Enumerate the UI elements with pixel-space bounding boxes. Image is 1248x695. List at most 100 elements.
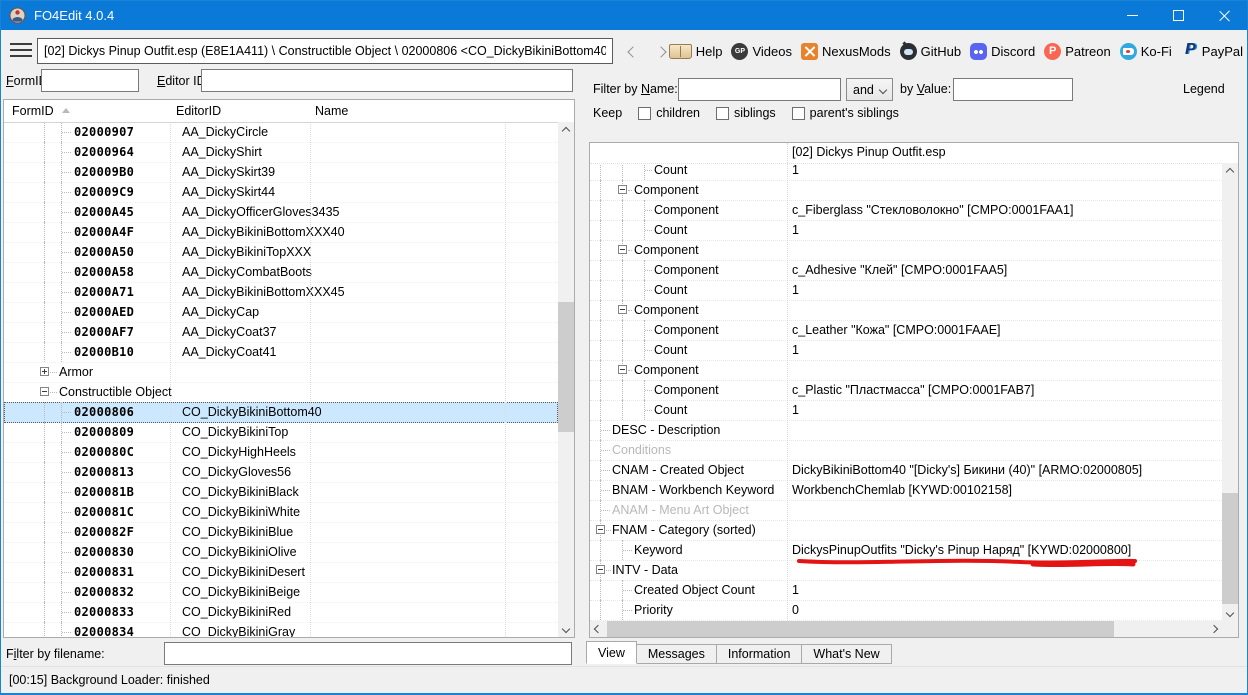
field-row[interactable]: Created Object Count1: [590, 580, 1222, 601]
group-row[interactable]: Armor: [4, 362, 558, 383]
field-row[interactable]: INTV - Data: [590, 560, 1222, 581]
collapse-box-icon[interactable]: [40, 387, 49, 396]
back-button[interactable]: [622, 41, 644, 63]
record-row[interactable]: 02000831CO_DickyBikiniDesert: [4, 562, 558, 583]
scroll-down-button[interactable]: [558, 620, 574, 637]
record-row[interactable]: 0200082FCO_DickyBikiniBlue: [4, 522, 558, 543]
record-row[interactable]: 0200080CCO_DickyHighHeels: [4, 442, 558, 463]
tab-information[interactable]: Information: [716, 644, 803, 664]
record-row[interactable]: 02000834CO_DickyBikiniGray: [4, 622, 558, 638]
tab-messages[interactable]: Messages: [636, 644, 717, 664]
record-row[interactable]: 02000A4FAA_DickyBikiniBottomXXX40: [4, 222, 558, 243]
field-row[interactable]: Component: [590, 180, 1222, 201]
legend-label[interactable]: Legend: [1183, 82, 1225, 96]
column-header-editorid[interactable]: EditorID: [176, 104, 221, 118]
field-row[interactable]: Component: [590, 300, 1222, 321]
record-row[interactable]: 02000A58AA_DickyCombatBoots: [4, 262, 558, 283]
field-row[interactable]: CNAM - Created ObjectDickyBikiniBottom40…: [590, 460, 1222, 481]
collapse-box-icon[interactable]: [618, 365, 627, 374]
record-row[interactable]: 02000809CO_DickyBikiniTop: [4, 422, 558, 443]
collapse-box-icon[interactable]: [618, 305, 627, 314]
keep-children-checkbox[interactable]: [638, 107, 651, 120]
group-row[interactable]: Constructible Object: [4, 382, 558, 403]
scroll-left-button[interactable]: [590, 621, 606, 637]
record-row[interactable]: 02000AEDAA_DickyCap: [4, 302, 558, 323]
column-header-name[interactable]: Name: [315, 104, 348, 118]
collapse-box-icon[interactable]: [618, 185, 627, 194]
breadcrumb-input[interactable]: [37, 38, 613, 64]
column-header-formid[interactable]: FormID: [12, 104, 70, 118]
tab-what-s-new[interactable]: What's New: [801, 644, 891, 664]
scroll-right-button[interactable]: [1206, 621, 1222, 637]
maximize-button[interactable]: [1155, 1, 1201, 30]
link-help[interactable]: Help: [669, 44, 723, 59]
collapse-box-icon[interactable]: [596, 565, 605, 574]
link-nexusmods[interactable]: NexusMods: [801, 43, 891, 60]
link-paypal[interactable]: PayPal: [1181, 43, 1243, 60]
collapse-box-icon[interactable]: [596, 525, 605, 534]
record-row[interactable]: 02000806CO_DickyBikiniBottom40: [4, 402, 558, 423]
right-scrollbar[interactable]: [1222, 163, 1238, 621]
field-row[interactable]: Conditions: [590, 440, 1222, 461]
menu-button[interactable]: [10, 43, 32, 57]
field-row[interactable]: Componentc_Fiberglass "Стекловолокно" [C…: [590, 200, 1222, 221]
expand-box-icon[interactable]: [40, 367, 49, 376]
link-videos[interactable]: Videos: [731, 43, 792, 60]
right-scrollbar-thumb[interactable]: [1222, 493, 1238, 605]
keep-parent-s-siblings-checkbox[interactable]: [792, 107, 805, 120]
keep-siblings-checkbox[interactable]: [716, 107, 729, 120]
scroll-up-button[interactable]: [558, 122, 574, 139]
field-row[interactable]: FNAM - Category (sorted): [590, 520, 1222, 541]
filter-by-value-input[interactable]: [953, 78, 1073, 101]
record-row[interactable]: 02000907AA_DickyCircle: [4, 122, 558, 143]
plugin-column-header[interactable]: [02] Dickys Pinup Outfit.esp: [792, 145, 946, 159]
collapse-box-icon[interactable]: [618, 245, 627, 254]
field-row[interactable]: Count1: [590, 220, 1222, 241]
field-row[interactable]: ANAM - Menu Art Object: [590, 500, 1222, 521]
tab-view[interactable]: View: [586, 641, 637, 664]
field-row[interactable]: DESC - Description: [590, 420, 1222, 441]
right-hscrollbar[interactable]: [590, 621, 1222, 637]
record-row[interactable]: 02000A50AA_DickyBikiniTopXXX: [4, 242, 558, 263]
filter-operator-select[interactable]: and: [846, 78, 893, 101]
scroll-up-button[interactable]: [1222, 163, 1238, 180]
left-scrollbar[interactable]: [558, 122, 574, 637]
field-row[interactable]: Componentc_Adhesive "Клей" [CMPO:0001FAA…: [590, 260, 1222, 281]
minimize-button[interactable]: [1109, 1, 1155, 30]
scroll-down-button[interactable]: [1222, 604, 1238, 621]
record-row[interactable]: 02000830CO_DickyBikiniOlive: [4, 542, 558, 563]
field-row[interactable]: Componentc_Plastic "Пластмасса" [CMPO:00…: [590, 380, 1222, 401]
field-row[interactable]: Component: [590, 360, 1222, 381]
editorid-filter-input[interactable]: [201, 69, 573, 92]
link-discord[interactable]: Discord: [970, 43, 1035, 60]
right-hscrollbar-thumb[interactable]: [607, 621, 1114, 637]
field-row[interactable]: KeywordDickysPinupOutfits "Dicky's Pinup…: [590, 540, 1222, 561]
record-row[interactable]: 020009B0AA_DickySkirt39: [4, 162, 558, 183]
formid-filter-input[interactable]: [41, 69, 139, 92]
field-row[interactable]: Count1: [590, 280, 1222, 301]
record-row[interactable]: 02000833CO_DickyBikiniRed: [4, 602, 558, 623]
record-row[interactable]: 02000A45AA_DickyOfficerGloves3435: [4, 202, 558, 223]
field-row[interactable]: Priority0: [590, 600, 1222, 621]
record-row[interactable]: 02000813CO_DickyGloves56: [4, 462, 558, 483]
record-row[interactable]: 02000A71AA_DickyBikiniBottomXXX45: [4, 282, 558, 303]
field-row[interactable]: BNAM - Workbench KeywordWorkbenchChemlab…: [590, 480, 1222, 501]
filter-by-name-input[interactable]: [678, 78, 841, 101]
field-row[interactable]: Count1: [590, 340, 1222, 361]
field-row[interactable]: Count1: [590, 400, 1222, 421]
record-row[interactable]: 02000B10AA_DickyCoat41: [4, 342, 558, 363]
record-row[interactable]: 0200081CCO_DickyBikiniWhite: [4, 502, 558, 523]
field-row[interactable]: Component: [590, 240, 1222, 261]
filename-filter-input[interactable]: [164, 642, 572, 665]
field-row[interactable]: Componentc_Leather "Кожа" [CMPO:0001FAAE…: [590, 320, 1222, 341]
record-row[interactable]: 0200081BCO_DickyBikiniBlack: [4, 482, 558, 503]
left-scrollbar-thumb[interactable]: [558, 302, 574, 432]
link-kofi[interactable]: Ko-Fi: [1120, 43, 1172, 60]
record-row[interactable]: 020009C9AA_DickySkirt44: [4, 182, 558, 203]
close-button[interactable]: [1201, 1, 1247, 30]
link-github[interactable]: GitHub: [900, 43, 961, 60]
record-row[interactable]: 02000AF7AA_DickyCoat37: [4, 322, 558, 343]
record-row[interactable]: 02000832CO_DickyBikiniBeige: [4, 582, 558, 603]
link-patreon[interactable]: Patreon: [1044, 43, 1111, 60]
record-row[interactable]: 02000964AA_DickyShirt: [4, 142, 558, 163]
